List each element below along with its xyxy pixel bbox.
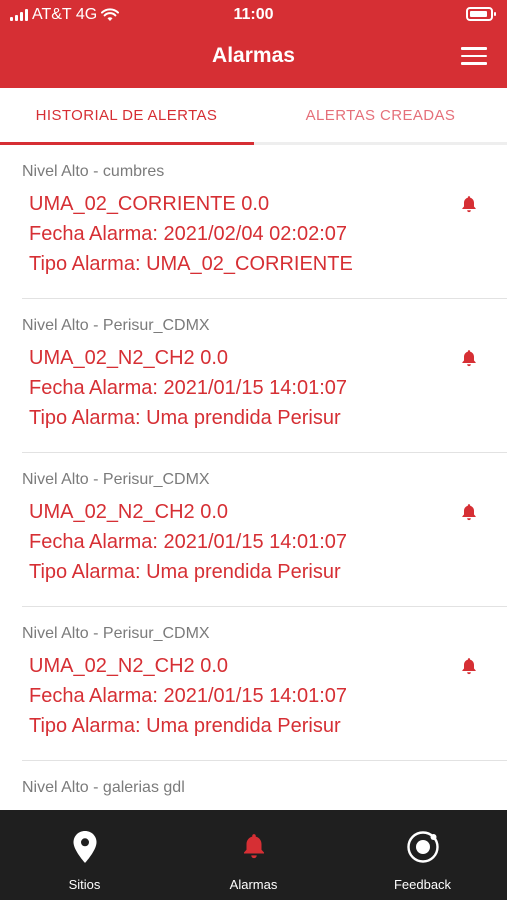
alert-date: Fecha Alarma: 2021/01/15 14:01:07 [29, 377, 348, 399]
alert-date: Fecha Alarma: 2021/01/15 14:01:07 [29, 531, 348, 553]
bottom-tab-bar: Sitios Alarmas Feedback [0, 810, 507, 900]
alert-type: Tipo Alarma: Uma prendida Perisur [29, 561, 341, 583]
alert-name: UMA_02_CORRIENTE 0.0 [29, 193, 270, 215]
tab-alertas-creadas[interactable]: ALERTAS CREADAS [254, 88, 507, 143]
list-item[interactable]: Nivel Alto - Perisur_CDMX UMA_02_N2_CH2 … [22, 453, 507, 607]
tabbar-item-feedback[interactable]: Feedback [338, 810, 507, 900]
alert-name: UMA_02_N2_CH2 0.0 [29, 655, 228, 677]
alert-site: Nivel Alto - cumbres [22, 163, 165, 180]
alert-type: Tipo Alarma: Uma prendida Perisur [29, 715, 341, 737]
list-item[interactable]: Nivel Alto - galerias gdl [22, 761, 507, 810]
list-item[interactable]: Nivel Alto - Perisur_CDMX UMA_02_N2_CH2 … [22, 299, 507, 453]
alert-name: UMA_02_N2_CH2 0.0 [29, 501, 228, 523]
hamburger-menu-icon[interactable] [461, 47, 487, 65]
tab-historial-de-alertas[interactable]: HISTORIAL DE ALERTAS [0, 88, 253, 143]
bell-icon[interactable] [459, 656, 479, 676]
segment-tabs: HISTORIAL DE ALERTAS ALERTAS CREADAS [0, 88, 507, 145]
alert-type: Tipo Alarma: UMA_02_CORRIENTE [29, 253, 353, 275]
alert-type: Tipo Alarma: Uma prendida Perisur [29, 407, 341, 429]
page-title: Alarmas [212, 44, 295, 67]
alert-name: UMA_02_N2_CH2 0.0 [29, 347, 228, 369]
clock: 11:00 [233, 6, 274, 23]
tabbar-label: Alarmas [229, 877, 278, 892]
battery-icon [466, 7, 496, 21]
alert-site: Nivel Alto - Perisur_CDMX [22, 317, 210, 334]
tabbar-label: Sitios [68, 877, 101, 892]
alert-site: Nivel Alto - Perisur_CDMX [22, 625, 210, 642]
bell-icon[interactable] [459, 348, 479, 368]
bell-icon[interactable] [459, 194, 479, 214]
alert-date: Fecha Alarma: 2021/02/04 02:02:07 [29, 223, 348, 245]
bell-icon[interactable] [459, 502, 479, 522]
alert-site: Nivel Alto - galerias gdl [22, 779, 185, 796]
alert-date: Fecha Alarma: 2021/01/15 14:01:07 [29, 685, 348, 707]
alert-list: Nivel Alto - cumbres UMA_02_CORRIENTE 0.… [0, 145, 507, 810]
list-item[interactable]: Nivel Alto - cumbres UMA_02_CORRIENTE 0.… [22, 145, 507, 299]
app-header: AT&T 4G 11:00 Alarmas [0, 0, 507, 88]
bell-icon [243, 834, 264, 859]
alert-site: Nivel Alto - Perisur_CDMX [22, 471, 210, 488]
list-item[interactable]: Nivel Alto - Perisur_CDMX UMA_02_N2_CH2 … [22, 607, 507, 761]
feedback-icon [406, 831, 439, 863]
tabbar-item-sitios[interactable]: Sitios [0, 810, 169, 900]
tabbar-label: Feedback [393, 877, 452, 892]
status-bar: AT&T 4G 11:00 [0, 0, 507, 30]
tabbar-item-alarmas[interactable]: Alarmas [169, 810, 338, 900]
map-pin-icon [73, 831, 96, 863]
